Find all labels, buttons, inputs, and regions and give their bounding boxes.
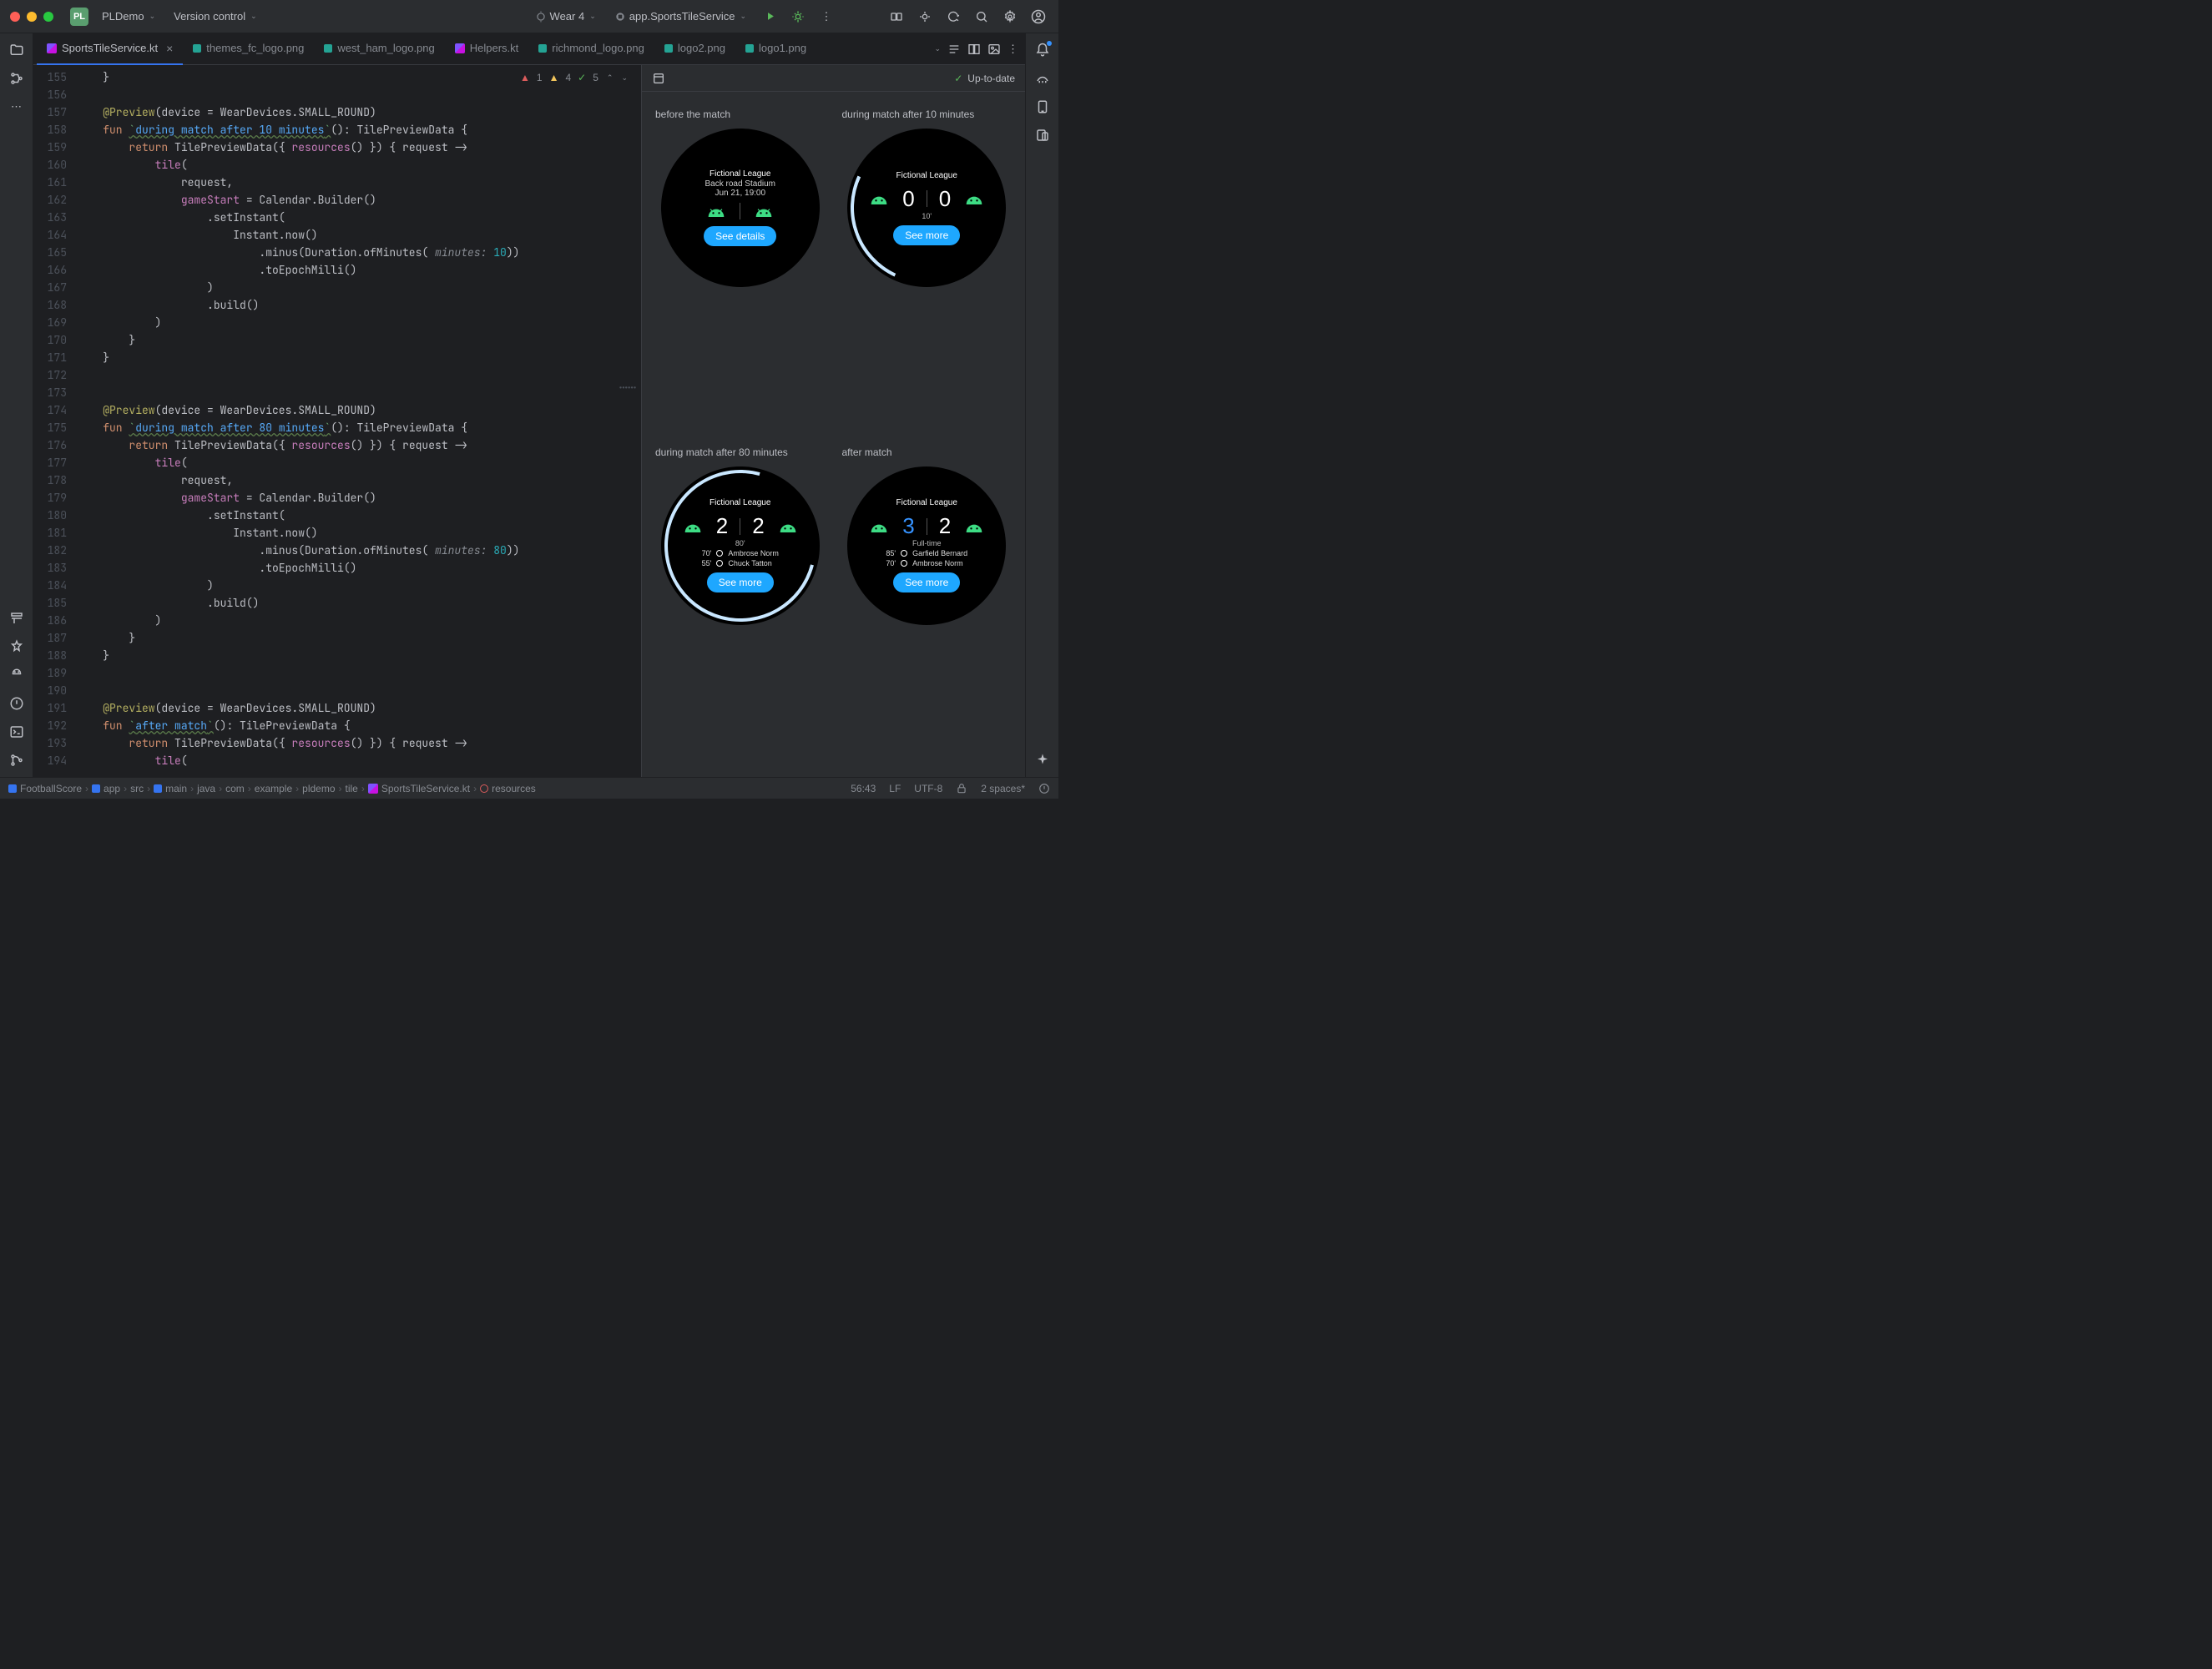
readonly-icon[interactable] [956, 783, 967, 794]
line-ending[interactable]: LF [889, 783, 901, 794]
code-content[interactable]: } @Preview(device = WearDevices.SMALL_RO… [77, 65, 641, 777]
preview-during-10[interactable]: during match after 10 minutes Fictional … [842, 108, 1013, 423]
tab-helpers[interactable]: Helpers.kt [445, 33, 529, 65]
close-icon[interactable]: × [166, 42, 173, 55]
emulator-tool-icon[interactable] [1031, 124, 1054, 147]
minimize-window-icon[interactable] [27, 12, 37, 22]
image-icon [745, 44, 754, 53]
breadcrumb-item[interactable]: src [130, 783, 144, 794]
file-encoding[interactable]: UTF-8 [914, 783, 942, 794]
left-tool-strip: ⋯ [0, 33, 33, 777]
terminal-tool-icon[interactable] [5, 720, 28, 744]
debug-button[interactable] [788, 7, 808, 27]
splitter-handle[interactable]: ⸽ [618, 386, 638, 390]
preview-during-80[interactable]: during match after 80 minutes Fictional … [655, 446, 826, 761]
preview-after-match[interactable]: after match Fictional League 3 2 Full-ti… [842, 446, 1013, 761]
kotlin-icon [47, 43, 57, 53]
vcs-tool-icon[interactable] [5, 749, 28, 772]
more-actions-icon[interactable]: ⋮ [816, 7, 836, 27]
problems-tool-icon[interactable] [5, 692, 28, 715]
zoom-window-icon[interactable] [43, 12, 53, 22]
preview-before-match[interactable]: before the match Fictional League Back r… [655, 108, 826, 423]
inspection-widget[interactable]: ▲1 ▲4 ✓5 ⌃⌄ [515, 70, 633, 85]
breadcrumb-item[interactable]: app [92, 783, 120, 794]
tab-west-ham-logo[interactable]: west_ham_logo.png [314, 33, 444, 65]
project-badge[interactable]: PL [70, 8, 88, 26]
breadcrumb-item[interactable]: java [197, 783, 215, 794]
tab-themes-fc-logo[interactable]: themes_fc_logo.png [183, 33, 314, 65]
see-more-button[interactable]: See more [893, 572, 960, 592]
account-icon[interactable] [1028, 7, 1048, 27]
breadcrumb-item[interactable]: com [225, 783, 245, 794]
window-controls [10, 12, 53, 22]
image-icon [193, 44, 201, 53]
search-icon[interactable] [972, 7, 992, 27]
editor-layout-icon[interactable] [947, 43, 961, 56]
ide-status-icon[interactable] [1038, 783, 1050, 794]
project-tool-icon[interactable] [5, 38, 28, 62]
structure-tool-icon[interactable] [5, 67, 28, 90]
see-details-button[interactable]: See details [704, 226, 776, 246]
inspections-icon[interactable] [915, 7, 935, 27]
tab-richmond-logo[interactable]: richmond_logo.png [528, 33, 654, 65]
breadcrumb-bar: FootballScore› app› src› main› java› com… [0, 777, 1058, 799]
breadcrumb-item[interactable]: FootballScore [8, 783, 82, 794]
preview-panel: ✓Up-to-date before the match Fictional L… [641, 65, 1025, 777]
indent-settings[interactable]: 2 spaces* [981, 783, 1025, 794]
notifications-icon[interactable] [1031, 38, 1054, 62]
right-tool-strip [1025, 33, 1058, 777]
editor-preview-icon[interactable] [987, 43, 1001, 56]
preview-refresh-icon[interactable] [652, 72, 665, 85]
tab-sports-tile-service[interactable]: SportsTileService.kt× [37, 33, 183, 65]
status-bar: 56:43 LF UTF-8 2 spaces* [851, 783, 1050, 794]
preview-status: ✓Up-to-date [954, 73, 1015, 84]
image-icon [324, 44, 332, 53]
settings-icon[interactable] [1000, 7, 1020, 27]
image-icon [664, 44, 673, 53]
build-tool-icon[interactable] [5, 607, 28, 630]
gutter: 1551561571581591601611621631641651661671… [33, 65, 77, 777]
caret-position[interactable]: 56:43 [851, 783, 876, 794]
tab-logo1[interactable]: logo1.png [735, 33, 816, 65]
more-tool-icon[interactable]: ⋯ [5, 95, 28, 118]
breadcrumb-item[interactable]: resources [480, 783, 536, 794]
tabs-overflow-icon[interactable]: ⌄ [934, 44, 941, 53]
editor-column: SportsTileService.kt× themes_fc_logo.png… [33, 33, 1025, 777]
android-tool-icon[interactable] [5, 663, 28, 687]
code-with-me-icon[interactable] [886, 7, 907, 27]
gradle-tool-icon[interactable] [1031, 67, 1054, 90]
project-dropdown[interactable]: PLDemo⌄ [97, 7, 160, 26]
kotlin-icon [455, 43, 465, 53]
run-button[interactable] [760, 7, 780, 27]
breadcrumb-item[interactable]: example [255, 783, 292, 794]
editor-split-icon[interactable] [967, 43, 981, 56]
ai-assistant-icon[interactable] [1031, 749, 1054, 772]
breadcrumb-item[interactable]: SportsTileService.kt [368, 783, 470, 794]
editor-tabs: SportsTileService.kt× themes_fc_logo.png… [33, 33, 1025, 65]
sync-icon[interactable] [943, 7, 963, 27]
code-editor[interactable]: ▲1 ▲4 ✓5 ⌃⌄ 1551561571581591601611621631… [33, 65, 641, 777]
breadcrumb-item[interactable]: main [154, 783, 187, 794]
close-window-icon[interactable] [10, 12, 20, 22]
favorites-tool-icon[interactable] [5, 635, 28, 658]
device-selector[interactable]: Wear 4⌄ [530, 7, 601, 26]
breadcrumb-item[interactable]: pldemo [302, 783, 335, 794]
editor-more-icon[interactable]: ⋮ [1008, 43, 1018, 56]
tab-logo2[interactable]: logo2.png [654, 33, 735, 65]
run-config-selector[interactable]: app.SportsTileService⌄ [609, 7, 751, 26]
breadcrumb-item[interactable]: tile [346, 783, 358, 794]
vcs-dropdown[interactable]: Version control⌄ [169, 7, 262, 26]
device-manager-icon[interactable] [1031, 95, 1054, 118]
title-bar: PL PLDemo⌄ Version control⌄ Wear 4⌄ app.… [0, 0, 1058, 33]
image-icon [538, 44, 547, 53]
